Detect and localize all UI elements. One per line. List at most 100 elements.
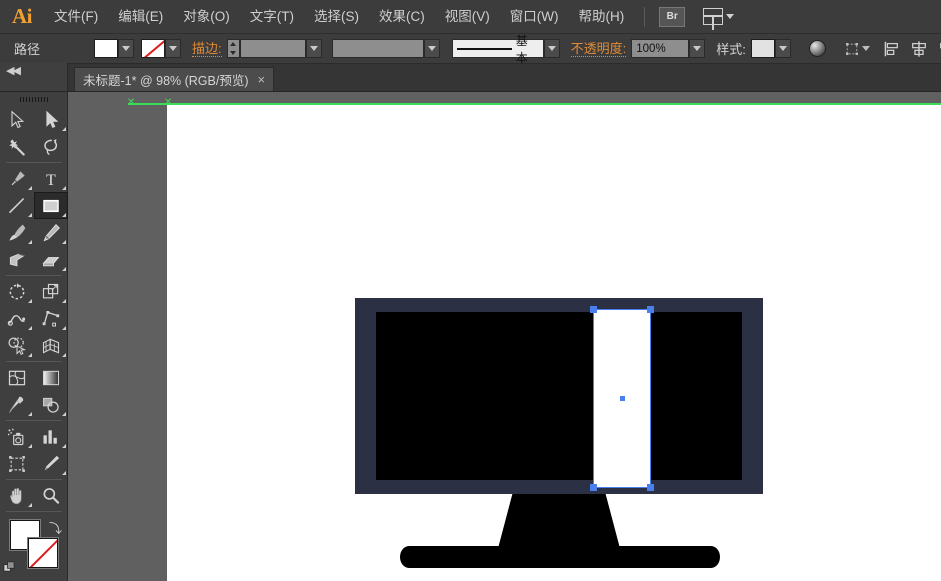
menu-effect[interactable]: 效果(C): [369, 0, 435, 34]
stroke-color-swatch[interactable]: [28, 538, 58, 568]
menu-file[interactable]: 文件(F): [44, 0, 108, 34]
tool-flyout-indicator[interactable]: [62, 412, 66, 416]
tool-flyout-indicator[interactable]: [62, 444, 66, 448]
arrange-documents-button[interactable]: [703, 8, 734, 25]
paintbrush-tool[interactable]: [0, 219, 34, 246]
stroke-weight-label[interactable]: 描边:: [192, 41, 222, 57]
artboard-tool[interactable]: [0, 450, 34, 477]
variable-width-control[interactable]: [332, 39, 440, 58]
blob-brush-tool[interactable]: [0, 246, 34, 273]
selection-tool[interactable]: [0, 106, 34, 133]
tool-flyout-indicator[interactable]: [62, 326, 66, 330]
close-icon[interactable]: ×: [258, 74, 266, 86]
menu-select[interactable]: 选择(S): [304, 0, 369, 34]
stroke-control[interactable]: [141, 39, 181, 58]
tool-flyout-indicator[interactable]: [28, 326, 32, 330]
stroke-weight-input[interactable]: [240, 39, 306, 58]
tool-flyout-indicator[interactable]: [62, 471, 66, 475]
slice-tool[interactable]: [34, 450, 68, 477]
direct-selection-tool[interactable]: [34, 106, 68, 133]
brush-definition-dropdown-arrow[interactable]: [544, 39, 560, 58]
stroke-dropdown-arrow[interactable]: [165, 39, 181, 58]
opacity-dropdown-arrow[interactable]: [689, 39, 705, 58]
tool-flyout-indicator[interactable]: [28, 412, 32, 416]
tool-flyout-indicator[interactable]: [62, 240, 66, 244]
fill-swatch[interactable]: [94, 39, 118, 58]
align-left-button[interactable]: [882, 39, 900, 59]
recolor-artwork-button[interactable]: [809, 39, 826, 59]
chevron-down-icon[interactable]: [862, 46, 870, 51]
document-tab[interactable]: 未标题-1* @ 98% (RGB/预览) ×: [74, 67, 274, 91]
stroke-weight-control[interactable]: [227, 39, 322, 58]
collapse-panel-button[interactable]: ◀◀: [0, 63, 68, 91]
tool-flyout-indicator[interactable]: [28, 503, 32, 507]
tool-flyout-indicator[interactable]: [28, 213, 32, 217]
lasso-tool[interactable]: [34, 133, 68, 160]
menu-window[interactable]: 窗口(W): [500, 0, 569, 34]
style-swatch[interactable]: [751, 39, 775, 58]
bridge-button[interactable]: Br: [659, 7, 685, 27]
shape-builder-tool[interactable]: [0, 332, 34, 359]
graphic-style-control[interactable]: [751, 39, 791, 58]
opacity-control[interactable]: 100%: [631, 39, 705, 58]
width-tool[interactable]: [0, 305, 34, 332]
tool-flyout-indicator[interactable]: [28, 240, 32, 244]
swap-fill-stroke-icon[interactable]: ⤵: [49, 518, 62, 537]
perspective-grid-tool[interactable]: [34, 332, 68, 359]
fill-dropdown-arrow[interactable]: [118, 39, 134, 58]
tool-flyout-indicator[interactable]: [62, 353, 66, 357]
tool-flyout-indicator[interactable]: [62, 127, 66, 131]
blend-tool[interactable]: [34, 391, 68, 418]
tool-flyout-indicator[interactable]: [62, 213, 66, 217]
variable-width-dropdown-arrow[interactable]: [424, 39, 440, 58]
selection-handle-bottom-left[interactable]: [590, 484, 597, 491]
symbol-sprayer-tool[interactable]: [0, 423, 34, 450]
rotate-tool[interactable]: [0, 278, 34, 305]
selection-handle-top-right[interactable]: [647, 306, 654, 313]
menu-type[interactable]: 文字(T): [240, 0, 304, 34]
eraser-tool[interactable]: [34, 246, 68, 273]
stroke-weight-stepper[interactable]: [227, 39, 240, 58]
tool-flyout-indicator[interactable]: [62, 299, 66, 303]
tool-flyout-indicator[interactable]: [28, 186, 32, 190]
tool-flyout-indicator[interactable]: [28, 444, 32, 448]
transform-button[interactable]: [844, 39, 870, 59]
tool-flyout-indicator[interactable]: [62, 267, 66, 271]
fill-control[interactable]: [94, 39, 134, 58]
rectangle-tool[interactable]: [34, 192, 68, 219]
selected-rectangle[interactable]: [594, 310, 650, 487]
type-tool[interactable]: T: [34, 165, 68, 192]
tool-flyout-indicator[interactable]: [62, 186, 66, 190]
brush-definition-display[interactable]: 基本: [452, 39, 544, 58]
opacity-label[interactable]: 不透明度:: [571, 41, 627, 57]
menu-edit[interactable]: 编辑(E): [108, 0, 173, 34]
tool-flyout-indicator[interactable]: [28, 353, 32, 357]
menu-help[interactable]: 帮助(H): [568, 0, 634, 34]
pen-tool[interactable]: [0, 165, 34, 192]
brush-definition-control[interactable]: 基本: [452, 39, 560, 58]
opacity-input[interactable]: 100%: [631, 39, 689, 58]
column-graph-tool[interactable]: [34, 423, 68, 450]
variable-width-input[interactable]: [332, 39, 424, 58]
stroke-weight-dropdown-arrow[interactable]: [306, 39, 322, 58]
selection-handle-bottom-right[interactable]: [647, 484, 654, 491]
magic-wand-tool[interactable]: [0, 133, 34, 160]
align-center-horizontal-button[interactable]: [910, 39, 928, 59]
free-transform-tool[interactable]: [34, 305, 68, 332]
canvas-area[interactable]: ✕ ✕: [68, 92, 941, 581]
default-fill-stroke-icon[interactable]: [3, 561, 17, 574]
pencil-tool[interactable]: [34, 219, 68, 246]
style-dropdown-arrow[interactable]: [775, 39, 791, 58]
menu-object[interactable]: 对象(O): [173, 0, 240, 34]
tool-flyout-indicator[interactable]: [28, 299, 32, 303]
stroke-swatch[interactable]: [141, 39, 165, 58]
line-segment-tool[interactable]: [0, 192, 34, 219]
gradient-tool[interactable]: [34, 364, 68, 391]
zoom-tool[interactable]: [34, 482, 68, 509]
reflect-tool[interactable]: [34, 278, 68, 305]
mesh-tool[interactable]: [0, 364, 34, 391]
monitor-illustration[interactable]: [355, 298, 765, 564]
eyedropper-tool[interactable]: [0, 391, 34, 418]
tools-panel-grip[interactable]: [0, 92, 67, 106]
hand-tool[interactable]: [0, 482, 34, 509]
